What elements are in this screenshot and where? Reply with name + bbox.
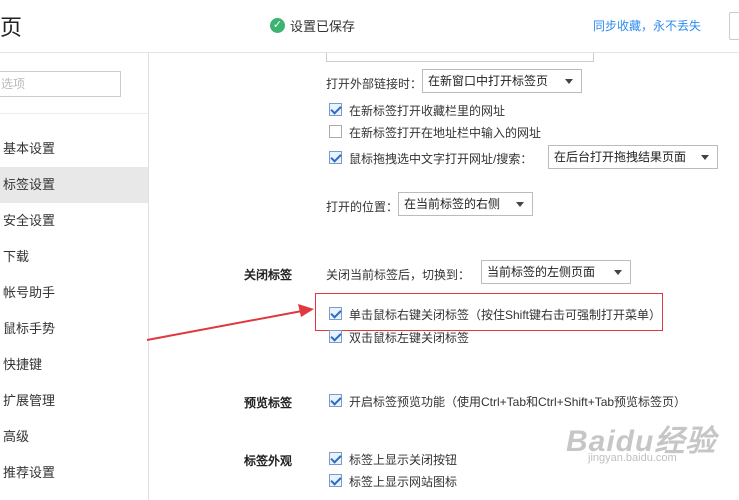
double-click-close-checkbox[interactable] xyxy=(329,330,342,343)
tab-appearance-section-title: 标签外观 xyxy=(244,454,293,468)
addressbar-new-tab-checkbox[interactable] xyxy=(329,125,342,138)
sidebar-item-gestures[interactable]: 鼠标手势 xyxy=(0,311,148,347)
settings-search-input[interactable]: 选项 xyxy=(0,71,121,97)
watermark-url: jingyan.baidu.com xyxy=(588,452,677,464)
show-close-button-label: 标签上显示关闭按钮 xyxy=(349,453,458,467)
drag-open-value: 在后台打开拖拽结果页面 xyxy=(554,150,687,164)
chevron-down-icon xyxy=(565,79,573,84)
sync-favorites-link[interactable]: 同步收藏，永不丢失 xyxy=(593,17,701,34)
drag-open-select[interactable]: 在后台打开拖拽结果页面 xyxy=(548,145,718,169)
preview-tabs-label: 开启标签预览功能（使用Ctrl+Tab和Ctrl+Shift+Tab预览标签页） xyxy=(349,395,687,409)
sidebar-item-account[interactable]: 帐号助手 xyxy=(0,275,148,311)
open-position-select[interactable]: 在当前标签的右侧 xyxy=(398,192,533,216)
sidebar-item-recommended[interactable]: 推荐设置 xyxy=(0,455,148,491)
sidebar-item-tabs[interactable]: 标签设置 xyxy=(0,167,148,203)
after-close-label: 关闭当前标签后，切换到： xyxy=(326,268,471,282)
chevron-down-icon xyxy=(614,270,622,275)
preview-tabs-checkbox[interactable] xyxy=(329,394,342,407)
sidebar-item-security[interactable]: 安全设置 xyxy=(0,203,148,239)
sidebar-item-shortcuts[interactable]: 快捷键 xyxy=(0,347,148,383)
favorites-new-tab-label: 在新标签打开收藏栏里的网址 xyxy=(349,104,506,118)
chevron-down-icon xyxy=(701,155,709,160)
after-close-select[interactable]: 当前标签的左侧页面 xyxy=(481,260,631,284)
open-position-label: 打开的位置： xyxy=(326,200,399,214)
page-title: 页 xyxy=(0,15,23,40)
sidebar-item-download[interactable]: 下载 xyxy=(0,239,148,275)
top-bar: 页 ✓ 设置已保存 同步收藏，永不丢失 xyxy=(0,0,739,53)
previous-select-edge xyxy=(326,53,594,62)
right-click-close-label: 单击鼠标右键关闭标签（按住Shift键右击可强制打开菜单） xyxy=(349,308,662,322)
sidebar-item-basic[interactable]: 基本设置 xyxy=(0,131,148,167)
sidebar-divider xyxy=(0,113,148,114)
external-link-select[interactable]: 在新窗口中打开标签页 xyxy=(422,69,582,93)
drag-open-checkbox[interactable] xyxy=(329,151,342,164)
open-position-value: 在当前标签的右侧 xyxy=(404,197,501,211)
show-close-button-checkbox[interactable] xyxy=(329,452,342,465)
close-tabs-section-title: 关闭标签 xyxy=(244,268,293,282)
show-site-icon-checkbox[interactable] xyxy=(329,474,342,487)
addressbar-new-tab-label: 在新标签打开在地址栏中输入的网址 xyxy=(349,126,542,140)
chevron-down-icon xyxy=(516,202,524,207)
login-button[interactable] xyxy=(729,12,739,40)
show-site-icon-label: 标签上显示网站图标 xyxy=(349,475,458,489)
external-link-label: 打开外部链接时： xyxy=(326,77,423,91)
baidu-watermark: Baidu经验 jingyan.baidu.com xyxy=(558,414,728,474)
favorites-new-tab-checkbox[interactable] xyxy=(329,103,342,116)
after-close-value: 当前标签的左侧页面 xyxy=(487,265,596,279)
right-click-close-checkbox[interactable] xyxy=(329,307,342,320)
check-circle-icon: ✓ xyxy=(270,18,285,33)
double-click-close-label: 双击鼠标左键关闭标签 xyxy=(349,331,470,345)
saved-status: ✓ 设置已保存 xyxy=(270,16,355,35)
drag-open-label: 鼠标拖拽选中文字打开网址/搜索： xyxy=(349,152,533,166)
external-link-value: 在新窗口中打开标签页 xyxy=(428,74,549,88)
sidebar-item-advanced[interactable]: 高级 xyxy=(0,419,148,455)
settings-sidebar: 选项 基本设置 标签设置 安全设置 下载 帐号助手 鼠标手势 快捷键 扩展管理 … xyxy=(0,53,149,500)
saved-status-text: 设置已保存 xyxy=(290,19,356,34)
preview-tabs-section-title: 预览标签 xyxy=(244,396,293,410)
sidebar-item-extensions[interactable]: 扩展管理 xyxy=(0,383,148,419)
